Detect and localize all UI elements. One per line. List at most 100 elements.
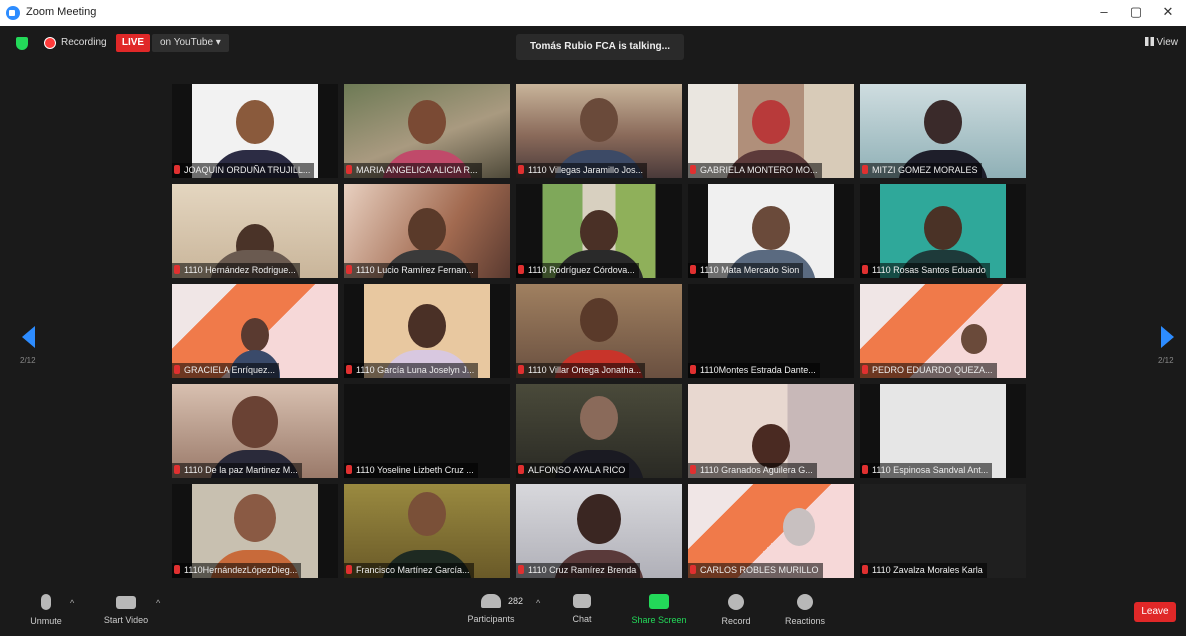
participant-tile[interactable]: 1110 Rosas Santos Eduardo bbox=[860, 184, 1026, 278]
participant-tile[interactable]: 1110 Hernández Rodrigue... bbox=[172, 184, 338, 278]
participant-face bbox=[752, 206, 790, 250]
participant-tile[interactable]: GABRIELA MONTERO MO... bbox=[688, 84, 854, 178]
participant-tile[interactable]: PEDRO EDUARDO QUEZA... bbox=[860, 284, 1026, 378]
participant-tile[interactable]: 1110 Granados Aguilera G... bbox=[688, 384, 854, 478]
participant-name: ALFONSO AYALA RICO bbox=[516, 463, 630, 478]
participant-tile[interactable]: 1110 Cruz Ramírez Brenda bbox=[516, 484, 682, 578]
participant-tile[interactable]: JOAQUIN ORDUÑA TRUJILL... bbox=[172, 84, 338, 178]
participant-tile[interactable]: 1110 Zavalza Morales Karla bbox=[860, 484, 1026, 578]
gallery-grid: JOAQUIN ORDUÑA TRUJILL... MARIA ANGELICA… bbox=[172, 84, 1032, 582]
participant-tile[interactable]: MARIA ANGELICA ALICIA R... bbox=[344, 84, 510, 178]
participant-name: MARIA ANGELICA ALICIA R... bbox=[344, 163, 482, 178]
participant-name: 1110 Zavalza Morales Karla bbox=[860, 563, 987, 578]
audio-options-chevron-icon[interactable]: ^ bbox=[70, 598, 74, 608]
participant-tile[interactable]: Francisco Martínez García... bbox=[344, 484, 510, 578]
video-off-icon bbox=[116, 596, 136, 609]
close-button[interactable]: ✕ bbox=[1158, 4, 1178, 20]
participant-tile[interactable]: CARLOS ROBLES MURILLO bbox=[688, 484, 854, 578]
maximize-button[interactable]: ▢ bbox=[1126, 4, 1146, 20]
participant-name: JOAQUIN ORDUÑA TRUJILL... bbox=[172, 163, 315, 178]
participant-name: CARLOS ROBLES MURILLO bbox=[688, 563, 823, 578]
muted-mic-icon bbox=[518, 165, 524, 174]
participant-name: GABRIELA MONTERO MO... bbox=[688, 163, 822, 178]
participant-tile[interactable]: 1110 Yoseline Lizbeth Cruz ... bbox=[344, 384, 510, 478]
record-icon bbox=[728, 594, 744, 610]
participant-name: 1110 Lucio Ramírez Fernan... bbox=[344, 263, 478, 278]
window-title: Zoom Meeting bbox=[26, 6, 97, 18]
muted-mic-icon bbox=[690, 165, 696, 174]
youtube-live-dropdown[interactable]: on YouTube ▾ bbox=[152, 34, 229, 52]
next-page-arrow-icon[interactable] bbox=[1161, 326, 1174, 348]
participant-tile[interactable]: 1110HernándezLópezDieg... bbox=[172, 484, 338, 578]
muted-mic-icon bbox=[174, 565, 180, 574]
muted-mic-icon bbox=[174, 365, 180, 374]
muted-mic-icon bbox=[174, 465, 180, 474]
microphone-muted-icon bbox=[41, 594, 51, 610]
participant-face bbox=[241, 318, 269, 352]
muted-mic-icon bbox=[346, 565, 352, 574]
participant-tile[interactable]: 1110 Rodríguez Córdova... bbox=[516, 184, 682, 278]
participant-tile[interactable]: GRACIELA Enríquez... bbox=[172, 284, 338, 378]
participant-name: MITZI GOMEZ MORALES bbox=[860, 163, 982, 178]
participants-icon bbox=[481, 594, 501, 608]
muted-mic-icon bbox=[518, 565, 524, 574]
unmute-button[interactable]: Unmute bbox=[26, 594, 66, 626]
participant-face bbox=[580, 396, 618, 440]
participants-options-chevron-icon[interactable]: ^ bbox=[536, 598, 540, 608]
participant-tile[interactable]: 1110Montes Estrada Dante... bbox=[688, 284, 854, 378]
participant-tile[interactable]: 1110 Mata Mercado Sion bbox=[688, 184, 854, 278]
previous-page-arrow-icon[interactable] bbox=[22, 326, 35, 348]
view-button[interactable]: View bbox=[1144, 37, 1179, 48]
participant-tile[interactable]: ALFONSO AYALA RICO bbox=[516, 384, 682, 478]
muted-mic-icon bbox=[690, 365, 696, 374]
muted-mic-icon bbox=[862, 365, 868, 374]
muted-mic-icon bbox=[862, 265, 868, 274]
muted-mic-icon bbox=[690, 265, 696, 274]
participant-face bbox=[580, 98, 618, 142]
minimize-button[interactable]: – bbox=[1094, 4, 1114, 19]
share-screen-button[interactable]: Share Screen bbox=[624, 594, 694, 625]
chat-button[interactable]: Chat bbox=[566, 594, 598, 624]
participant-name: 1110 Villegas Jaramillo Jos... bbox=[516, 163, 648, 178]
participant-tile[interactable]: 1110 Villegas Jaramillo Jos... bbox=[516, 84, 682, 178]
participant-face bbox=[232, 396, 278, 448]
participant-face bbox=[924, 206, 962, 250]
participant-name: 1110HernándezLópezDieg... bbox=[172, 563, 302, 578]
participant-face bbox=[236, 100, 274, 144]
participant-tile[interactable]: 1110 De la paz Martinez M... bbox=[172, 384, 338, 478]
muted-mic-icon bbox=[862, 565, 868, 574]
chat-icon bbox=[573, 594, 591, 608]
participant-tile[interactable]: 1110 Lucio Ramírez Fernan... bbox=[344, 184, 510, 278]
share-screen-icon bbox=[649, 594, 669, 609]
leave-button[interactable]: Leave bbox=[1134, 602, 1176, 622]
view-label: View bbox=[1156, 37, 1179, 48]
participant-face bbox=[408, 492, 446, 536]
participant-name: 1110 García Luna Joselyn J... bbox=[344, 363, 479, 378]
meeting-toolbar: Unmute ^ Start Video ^ Participants 282 … bbox=[0, 584, 1186, 636]
muted-mic-icon bbox=[690, 565, 696, 574]
participant-name: 1110 Espinosa Sandval Ant... bbox=[860, 463, 993, 478]
participant-face bbox=[752, 424, 790, 468]
participant-face bbox=[580, 210, 618, 254]
meeting-topbar: Recording LIVE on YouTube ▾ Tomás Rubio … bbox=[0, 26, 1186, 62]
participant-tile[interactable]: MITZI GOMEZ MORALES bbox=[860, 84, 1026, 178]
muted-mic-icon bbox=[690, 465, 696, 474]
participant-name: 1110 Hernández Rodrigue... bbox=[172, 263, 300, 278]
participant-name: Francisco Martínez García... bbox=[344, 563, 474, 578]
participant-tile[interactable]: 1110 Espinosa Sandval Ant... bbox=[860, 384, 1026, 478]
reactions-button[interactable]: Reactions bbox=[780, 594, 830, 626]
record-button[interactable]: Record bbox=[716, 594, 756, 626]
video-options-chevron-icon[interactable]: ^ bbox=[156, 598, 160, 608]
muted-mic-icon bbox=[346, 365, 352, 374]
participant-tile[interactable]: 1110 García Luna Joselyn J... bbox=[344, 284, 510, 378]
start-video-button[interactable]: Start Video bbox=[98, 594, 154, 625]
page-indicator-left: 2/12 bbox=[20, 356, 36, 365]
encryption-shield-icon[interactable] bbox=[16, 37, 28, 50]
participant-face bbox=[924, 100, 962, 144]
participant-name: GRACIELA Enríquez... bbox=[172, 363, 280, 378]
muted-mic-icon bbox=[346, 165, 352, 174]
recording-icon bbox=[44, 37, 56, 49]
participant-tile[interactable]: 1110 Villar Ortega Jonatha... bbox=[516, 284, 682, 378]
muted-mic-icon bbox=[862, 465, 868, 474]
active-speaker-indicator: Tomás Rubio FCA is talking... bbox=[516, 34, 684, 60]
